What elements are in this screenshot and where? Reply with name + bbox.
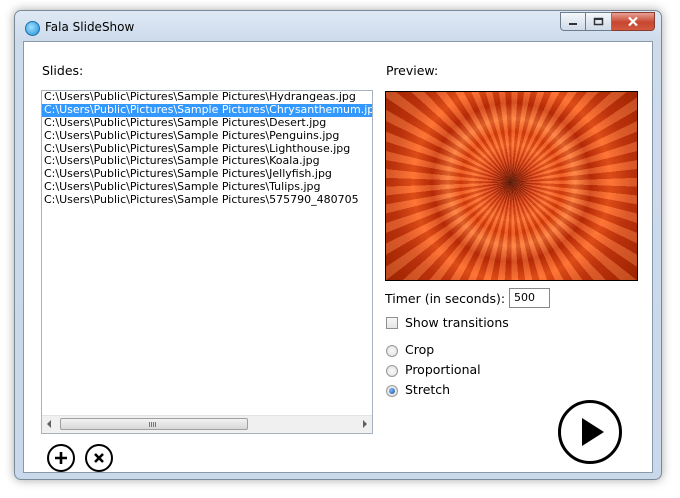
scroll-left-arrow-icon[interactable] <box>47 420 51 428</box>
caption-buttons <box>560 12 655 31</box>
play-icon <box>582 418 604 446</box>
x-circle-icon <box>94 453 104 463</box>
client-area: Slides: C:\Users\Public\Pictures\Sample … <box>23 41 653 473</box>
minimize-button[interactable] <box>560 12 586 31</box>
window-title: Fala SlideShow <box>45 20 135 34</box>
timer-input[interactable]: 500 <box>509 288 550 308</box>
show-transitions-label[interactable]: Show transitions <box>405 315 509 330</box>
radio-stretch-label[interactable]: Stretch <box>405 382 450 397</box>
show-transitions-checkbox[interactable] <box>386 317 398 329</box>
radio-proportional-label[interactable]: Proportional <box>405 362 481 377</box>
slides-label: Slides: <box>42 63 84 78</box>
remove-slide-button[interactable] <box>85 444 113 472</box>
preview-label: Preview: <box>386 63 439 78</box>
grip-icon <box>149 422 156 427</box>
maximize-icon <box>593 17 604 26</box>
list-item[interactable]: C:\Users\Public\Pictures\Sample Pictures… <box>42 116 372 130</box>
slides-list: C:\Users\Public\Pictures\Sample Pictures… <box>42 91 372 207</box>
slides-listbox[interactable]: C:\Users\Public\Pictures\Sample Pictures… <box>41 90 373 434</box>
radio-crop-label[interactable]: Crop <box>405 342 434 357</box>
radio-crop[interactable] <box>386 345 398 357</box>
minimize-icon <box>569 22 577 25</box>
plus-icon <box>55 452 67 464</box>
horizontal-scrollbar[interactable] <box>42 415 372 433</box>
timer-label: Timer (in seconds): <box>385 291 506 306</box>
app-window: Fala SlideShow Slides: C:\Users\Public\P… <box>14 10 662 480</box>
preview-image <box>385 91 638 281</box>
list-item[interactable]: C:\Users\Public\Pictures\Sample Pictures… <box>42 103 372 117</box>
list-item[interactable]: C:\Users\Public\Pictures\Sample Pictures… <box>42 193 372 207</box>
chrysanthemum-image <box>386 92 637 280</box>
scrollbar-thumb[interactable] <box>60 418 248 430</box>
radio-stretch[interactable] <box>386 385 398 397</box>
close-button[interactable] <box>612 12 655 31</box>
list-item[interactable]: C:\Users\Public\Pictures\Sample Pictures… <box>42 91 372 104</box>
app-globe-icon <box>25 21 40 36</box>
list-item[interactable]: C:\Users\Public\Pictures\Sample Pictures… <box>42 129 372 143</box>
maximize-button[interactable] <box>586 12 612 31</box>
close-icon <box>628 16 638 27</box>
radio-proportional[interactable] <box>386 365 398 377</box>
scroll-right-arrow-icon[interactable] <box>363 420 367 428</box>
title-bar[interactable]: Fala SlideShow <box>15 11 661 41</box>
play-button[interactable] <box>558 400 622 464</box>
add-slide-button[interactable] <box>47 444 75 472</box>
